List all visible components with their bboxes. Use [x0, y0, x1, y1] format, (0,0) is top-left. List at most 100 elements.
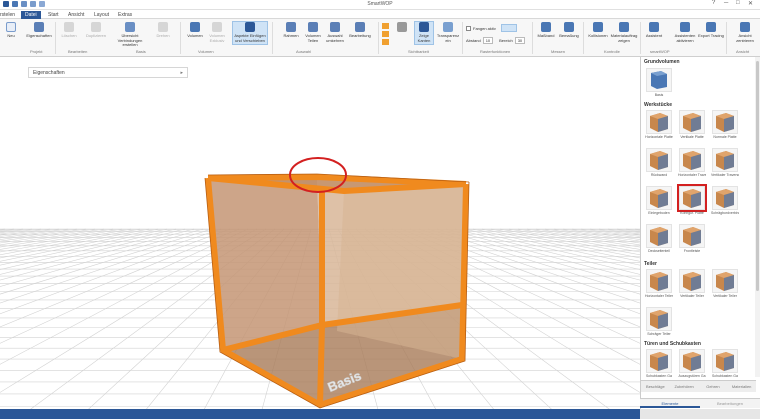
library-tile[interactable]: Einlegeboden	[645, 185, 673, 218]
tile-caption: Horizontaler Teiler	[645, 294, 673, 298]
tile-caption: Horizontale Platte	[645, 135, 673, 139]
group-label: Rasterfunktionen	[480, 49, 511, 54]
tab-materialien[interactable]: Materialien	[727, 381, 756, 392]
tile-thumbnail	[712, 186, 738, 210]
separator	[272, 22, 273, 54]
close-button[interactable]: ✕	[748, 0, 753, 7]
volume-exclusive-button[interactable]: Volumen Exklusiv	[206, 22, 228, 43]
material-icon	[619, 22, 629, 32]
separator	[462, 22, 463, 54]
separator	[378, 22, 379, 54]
tab-start[interactable]: Start	[44, 11, 63, 19]
library-tile[interactable]: Rückwand	[645, 147, 673, 180]
delete-icon	[64, 22, 74, 32]
tab-gehren[interactable]: Gehren	[699, 381, 728, 392]
library-tile[interactable]: Normale Platte	[711, 109, 739, 142]
library-tile[interactable]: Schrägbordverbinder	[711, 185, 739, 218]
library-tile[interactable]: Frontleiste	[678, 223, 706, 256]
frame-button[interactable]: Rahmen	[280, 22, 302, 39]
move-icon	[245, 22, 255, 32]
tile-thumbnail	[677, 184, 707, 212]
export-tracing-button[interactable]: Export Tracing	[698, 22, 724, 39]
snap-checkbox[interactable]	[466, 25, 471, 31]
tile-basis[interactable]: Basis	[645, 67, 673, 100]
properties-icon	[34, 22, 44, 32]
library-tile[interactable]: Schubkasten Ga	[645, 348, 673, 381]
volume-split-button[interactable]: Volumen Teilen	[302, 22, 324, 43]
tab-ansicht[interactable]: Ansicht	[64, 11, 88, 19]
connections-overview-button[interactable]: Übersicht Verbindungen erstellen	[112, 22, 148, 48]
tile-caption: Schräger Teiler	[647, 332, 671, 336]
library-tile[interactable]: Horizontale Platte	[645, 109, 673, 142]
dimension-icon	[564, 22, 574, 32]
range-label: Bereich	[499, 38, 513, 43]
help-icon[interactable]: ?	[712, 0, 715, 6]
library-tile[interactable]: Vertikaler Traverse	[711, 147, 739, 180]
section-title: Werkstücke	[644, 102, 672, 108]
insert-move-button[interactable]: Aspekte Einfügen und Verschieben	[232, 21, 268, 45]
library-tile[interactable]: Horizontaler Teiler	[645, 268, 673, 301]
duplicate-button[interactable]: Duplizieren	[82, 22, 110, 39]
tab-zubehoeren[interactable]: Zubehören	[670, 381, 699, 392]
separator	[583, 22, 584, 54]
delete-button[interactable]: Löschen	[58, 22, 80, 39]
group-label: Kontrolle	[604, 49, 620, 54]
library-tile[interactable]: Horizontaler Traverse	[678, 147, 706, 180]
snap-toggle[interactable]: Fangen aktiv	[466, 24, 517, 32]
maximize-button[interactable]: □	[736, 0, 740, 6]
library-tile[interactable]: Schräger Teiler	[645, 306, 673, 339]
tab-elemente[interactable]: Elemente	[640, 399, 700, 408]
properties-panel[interactable]: Eigenschaften ▸	[28, 67, 188, 78]
tile-caption: Vertikaler Traverse	[711, 173, 739, 177]
invert-selection-button[interactable]: Auswahl umkehren	[324, 22, 346, 43]
distance-input[interactable]: 10	[482, 37, 494, 44]
ribbon-tabs: rstelen Datei Start Ansicht Layout Extra…	[0, 10, 760, 19]
center-view-button[interactable]: Ansicht zentrieren	[732, 22, 758, 43]
library-tile[interactable]: Auszugstüren Ga	[678, 348, 706, 381]
assistant-button[interactable]: Assistent	[644, 22, 664, 39]
toggle-icon-button[interactable]	[392, 22, 412, 34]
scene-canvas[interactable]: Basis	[0, 57, 640, 414]
activate-assistant-icon	[680, 22, 690, 32]
minimize-button[interactable]: ─	[724, 0, 728, 6]
tab-beschlaege[interactable]: Beschläge	[641, 381, 670, 392]
viewport-3d[interactable]: Basis	[0, 57, 640, 414]
tab-extras[interactable]: Extras	[114, 11, 136, 19]
tape-measure-icon	[541, 22, 551, 32]
tape-measure-button[interactable]: Maßband	[535, 22, 557, 39]
layer-icon[interactable]	[382, 31, 389, 37]
library-tile[interactable]: Konfigur. Platte	[677, 184, 707, 218]
material-button[interactable]: Materialauftrag zeigen	[610, 22, 638, 43]
layer-icon[interactable]	[382, 23, 389, 29]
collapse-icon[interactable]: ▸	[180, 68, 183, 78]
app-title: SmartWOP	[367, 1, 393, 7]
properties-button[interactable]: Eigenschaften	[26, 22, 52, 39]
library-tile[interactable]: Vertikaler Teiler	[711, 268, 739, 301]
tab-datei[interactable]: Datei	[21, 11, 41, 19]
scrollbar-thumb[interactable]	[756, 61, 759, 291]
tab-layout[interactable]: Layout	[90, 11, 113, 19]
scrollbar[interactable]	[755, 57, 760, 377]
rotate-button[interactable]: Drehen	[152, 22, 174, 39]
range-input[interactable]: 30	[514, 37, 526, 44]
new-button[interactable]: Neu	[0, 22, 22, 39]
tile-caption: Schubkasten Ga	[712, 374, 738, 378]
library-tile[interactable]: Schubkasten Ga	[711, 348, 739, 381]
tab-bearbeitungen[interactable]: Bearbeitungen	[700, 399, 760, 408]
new-icon	[6, 22, 16, 32]
collisions-button[interactable]: Kollisionen	[586, 22, 610, 39]
layer-icon[interactable]	[382, 39, 389, 45]
dimension-button[interactable]: Bemaßung	[557, 22, 581, 39]
show-edges-button[interactable]: Zeige Kanten	[414, 21, 434, 45]
volume-button[interactable]: Volumen	[184, 22, 206, 39]
library-tile[interactable]: Vertikale Platte	[678, 109, 706, 142]
edit-button[interactable]: Bearbeitung	[346, 22, 374, 39]
snap-icon[interactable]	[500, 24, 517, 32]
activate-assistant-button[interactable]: Assistenten aktivieren	[672, 22, 698, 43]
group-label: Bearbeiten	[68, 49, 88, 54]
transparency-button[interactable]: Transparenz ein	[436, 22, 460, 43]
tile-thumbnail	[646, 349, 672, 373]
library-tile[interactable]: Deckseitenteil	[645, 223, 673, 256]
library-tile[interactable]: Vertikaler Teiler	[678, 268, 706, 301]
tile-thumbnail	[679, 349, 705, 373]
